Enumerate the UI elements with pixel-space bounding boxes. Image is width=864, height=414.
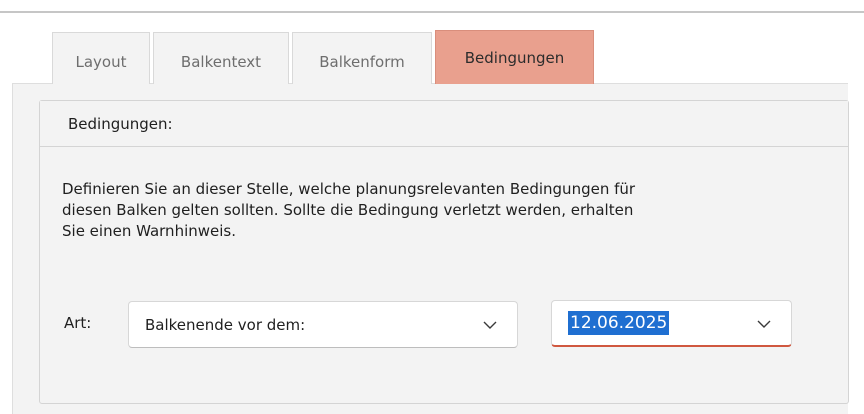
condition-type-value: Balkenende vor dem: (145, 315, 306, 334)
chevron-down-icon[interactable] (756, 316, 772, 332)
description-line-3: Sie einen Warnhinweis. (62, 222, 236, 240)
tab-bedingungen-label: Bedingungen (464, 48, 565, 67)
date-value[interactable]: 12.06.2025 (568, 311, 670, 335)
conditions-group: Bedingungen: (39, 100, 849, 404)
tab-strip: Layout Balkentext Balkenform Bedingungen (52, 30, 597, 84)
description-text: Definieren Sie an dieser Stelle, welche … (62, 179, 802, 242)
tab-bedingungen[interactable]: Bedingungen (435, 30, 594, 84)
group-header: Bedingungen: (40, 101, 848, 147)
description-line-1: Definieren Sie an dieser Stelle, welche … (62, 180, 636, 198)
description-line-2: diesen Balken gelten sollten. Sollte die… (62, 201, 634, 219)
tab-balkentext-label: Balkentext (180, 52, 262, 71)
tab-balkenform-label: Balkenform (319, 52, 405, 71)
dialog-root: Layout Balkentext Balkenform Bedingungen… (0, 0, 864, 414)
chevron-down-icon (483, 321, 497, 329)
condition-type-dropdown[interactable]: Balkenende vor dem: (128, 301, 518, 348)
date-picker[interactable]: 12.06.2025 (551, 300, 792, 347)
tab-layout[interactable]: Layout (52, 32, 150, 84)
group-title: Bedingungen: (68, 115, 173, 133)
top-divider (0, 11, 864, 13)
tab-balkenform[interactable]: Balkenform (292, 32, 432, 84)
tab-layout-label: Layout (75, 52, 127, 71)
tab-balkentext[interactable]: Balkentext (153, 32, 289, 84)
art-label: Art: (64, 314, 92, 332)
